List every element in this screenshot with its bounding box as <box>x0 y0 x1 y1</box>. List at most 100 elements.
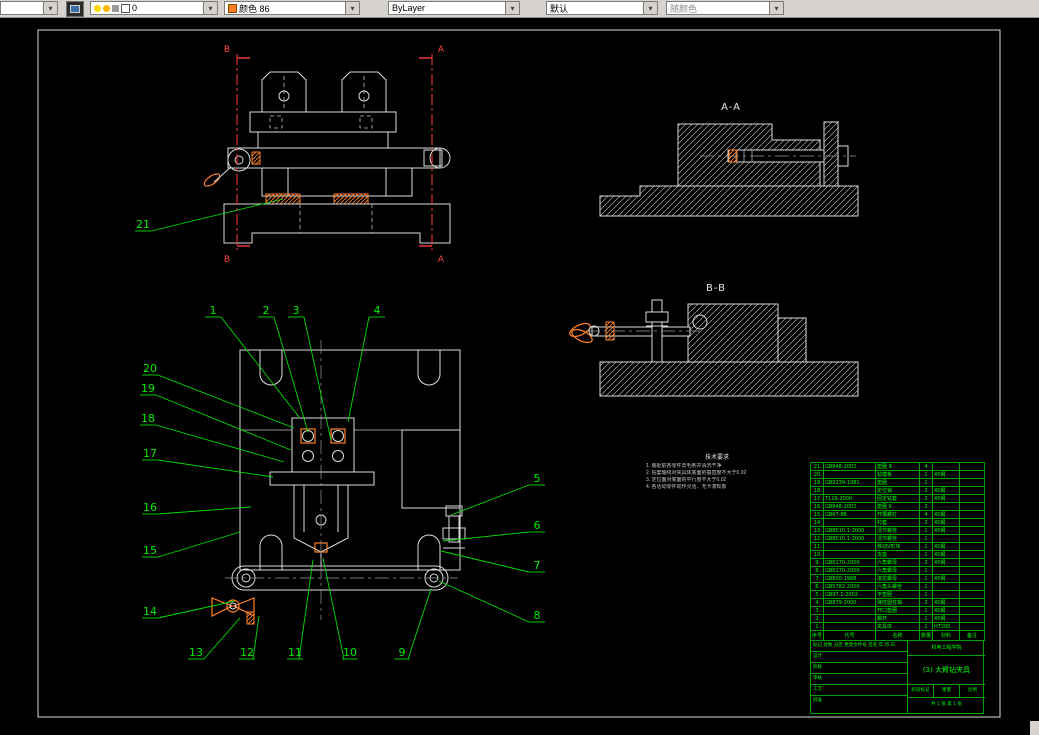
drawing-canvas[interactable]: B B A A A-A B-B 1 2 3 4 5 6 7 8 9 10 11 … <box>0 0 1039 735</box>
bom-cell: GB8010.1-2000 <box>823 534 876 543</box>
bom-cell <box>932 478 960 487</box>
bom-cell <box>959 574 985 583</box>
callout-4: 4 <box>374 304 381 317</box>
callout-16: 16 <box>143 501 157 514</box>
section-letter-a-bottom: A <box>438 255 445 265</box>
tb-row-approve: 批准 <box>813 698 822 703</box>
bom-cell: 2 <box>810 614 824 623</box>
bom-cell: GB848-2002 <box>823 502 876 511</box>
bom-row: 21 GB848-2002 垫圈 84 <box>810 462 985 471</box>
properties-toolbar: ▾ 0 ▾ 颜色 86 ▾ ByLayer ▾ 默认 ▾ 随颜色 ▾ <box>0 0 1039 18</box>
bom-row: 14 衬套 2 45钢 <box>810 518 985 527</box>
bom-cell: 定位销 <box>875 486 920 495</box>
bom-cell <box>959 614 985 623</box>
callout-19: 19 <box>141 382 155 395</box>
bom-row: 15 GB67-88 开槽螺钉 4 45钢 <box>810 510 985 519</box>
dropdown-arrow-icon[interactable]: ▾ <box>643 2 657 14</box>
bom-cell: 1 <box>919 526 933 535</box>
bom-cell: 钻模板 <box>875 470 920 479</box>
dropdown-arrow-icon[interactable]: ▾ <box>43 2 57 14</box>
bom-header-row: 序号 代号 名称 数量 材料 备注 <box>810 630 985 641</box>
bom-cell: 1 <box>919 574 933 583</box>
linetype-combo-value: ByLayer <box>392 3 426 13</box>
bom-cell: 1 <box>919 606 933 615</box>
bom-row: 19 GB9239-1981 垫圈 1 <box>810 478 985 487</box>
bom-header-cell: 材料 <box>932 630 960 641</box>
bom-cell: 开槽螺钉 <box>875 510 920 519</box>
bom-cell: 1 <box>919 622 933 631</box>
sun-icon <box>103 4 110 12</box>
title-block-right: 机电工程学院 (3) 大臂钻夹具 阶段标记 重量 比例 共 1 张 第 1 张 <box>908 641 985 713</box>
bom-cell: 20 <box>810 470 824 479</box>
bom-cell: GB848-2002 <box>823 462 876 471</box>
bom-row: 8 GB6170-2000 六角螺母 1 <box>810 566 985 575</box>
plotstyle-combo[interactable]: 随颜色 ▾ <box>666 1 784 15</box>
bom-cell <box>932 566 960 575</box>
bom-cell: 1 <box>810 622 824 631</box>
bom-cell <box>959 606 985 615</box>
bom-cell: GB8010.1-2000 <box>823 526 876 535</box>
bom-cell <box>823 606 876 615</box>
bom-cell <box>932 462 960 471</box>
bom-cell <box>959 518 985 527</box>
bom-cell: 2 <box>919 598 933 607</box>
bom-header-cell: 序号 <box>810 630 824 641</box>
dropdown-arrow-icon[interactable]: ▾ <box>203 2 217 14</box>
bom-cell <box>959 558 985 567</box>
bom-cell <box>959 502 985 511</box>
lineweight-combo[interactable]: 默认 ▾ <box>546 1 658 15</box>
bom-cell: 19 <box>810 478 824 487</box>
bom-cell: 开口垫圈 <box>875 606 920 615</box>
bom-cell: 4 <box>919 462 933 471</box>
bom-cell: 6 <box>810 582 824 591</box>
bom-header-cell: 数量 <box>919 630 933 641</box>
bom-cell: 弹性圆柱销 <box>875 598 920 607</box>
bom-cell: 平垫圈 <box>875 590 920 599</box>
bom-cell: 移动V形块 <box>875 542 920 551</box>
bom-cell: 45钢 <box>932 614 960 623</box>
bom-cell: 45钢 <box>932 550 960 559</box>
callout-9: 9 <box>399 646 406 659</box>
color-combo[interactable]: 颜色 86 ▾ <box>224 1 360 15</box>
section-view-aa: A-A <box>599 102 859 217</box>
dropdown-arrow-icon[interactable]: ▾ <box>345 2 359 14</box>
bom-cell: 2 <box>919 486 933 495</box>
bom-row: 3 开口垫圈 1 45钢 <box>810 606 985 615</box>
callout-13: 13 <box>189 646 203 659</box>
cad-window: B B A A A-A B-B 1 2 3 4 5 6 7 8 9 10 11 … <box>0 0 1039 735</box>
callout-8: 8 <box>534 609 541 622</box>
bom-cell: GB97.1-2002 <box>823 590 876 599</box>
bom-cell <box>959 598 985 607</box>
bom-cell: 15 <box>810 510 824 519</box>
tech-notes: 技术要求 1. 装配前各零件去毛刺并清洗干净 2. 钻套轴线对夹具体底面的垂直度不… <box>646 455 788 491</box>
bom-cell: GB879-2000 <box>823 598 876 607</box>
bom-row: 20 钻模板 1 45钢 <box>810 470 985 479</box>
bom-cell: GB9239-1981 <box>823 478 876 487</box>
bom-row: 18 定位销 2 45钢 <box>810 486 985 495</box>
layer-properties-button[interactable] <box>66 1 84 17</box>
bom-cell: 45钢 <box>932 518 960 527</box>
bom-cell: 21 <box>810 462 824 471</box>
bom-cell: 16 <box>810 502 824 511</box>
bom-row: 1 夹具体 1 HT200 <box>810 622 985 631</box>
callout-18: 18 <box>141 412 155 425</box>
bom-cell <box>823 542 876 551</box>
layer-combo[interactable]: 0 ▾ <box>90 1 218 15</box>
plotstyle-combo-value: 随颜色 <box>670 3 698 14</box>
bom-cell: 45钢 <box>932 574 960 583</box>
dropdown-arrow-icon[interactable]: ▾ <box>505 2 519 14</box>
toolbar-stub-combo[interactable]: ▾ <box>0 1 58 15</box>
bom-header-cell: 备注 <box>959 630 985 641</box>
front-view <box>203 71 451 244</box>
dropdown-arrow-icon[interactable]: ▾ <box>769 2 783 14</box>
bb-label: B-B <box>706 283 726 294</box>
bom-cell: 12 <box>810 534 824 543</box>
lineweight-combo-value: 默认 <box>550 3 569 14</box>
linetype-combo[interactable]: ByLayer ▾ <box>388 1 520 15</box>
bom-cell <box>959 462 985 471</box>
bom-cell: 45钢 <box>932 470 960 479</box>
bom-cell: HT200 <box>932 622 960 631</box>
bom-cell: 1 <box>919 590 933 599</box>
bom-cell: GB5782-2000 <box>823 582 876 591</box>
bom-cell: 螺杆 <box>875 614 920 623</box>
